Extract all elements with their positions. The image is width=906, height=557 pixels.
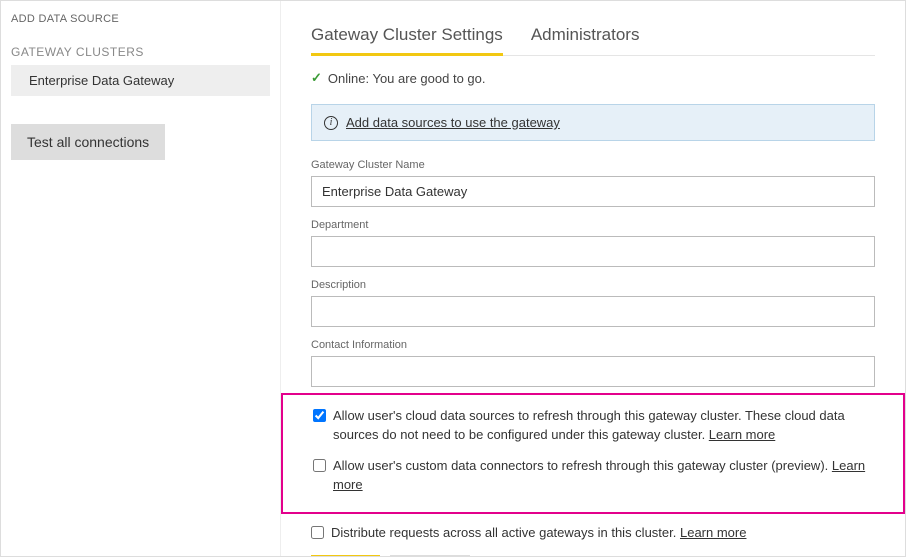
contact-info-label: Contact Information [311, 339, 875, 351]
discard-button[interactable]: Discard [390, 555, 470, 556]
learn-more-cloud-link[interactable]: Learn more [709, 427, 775, 442]
info-banner: i Add data sources to use the gateway [311, 104, 875, 141]
apply-button[interactable]: Apply [311, 555, 380, 556]
gateway-cluster-name-input[interactable] [311, 176, 875, 207]
description-input[interactable] [311, 296, 875, 327]
sidebar: ADD DATA SOURCE GATEWAY CLUSTERS Enterpr… [1, 1, 281, 556]
gateway-cluster-item[interactable]: Enterprise Data Gateway [11, 65, 270, 96]
add-data-sources-link[interactable]: Add data sources to use the gateway [346, 115, 560, 130]
button-row: Apply Discard [311, 555, 875, 556]
distribute-requests-label: Distribute requests across all active ga… [331, 524, 746, 543]
allow-cloud-data-sources-label: Allow user's cloud data sources to refre… [333, 407, 873, 445]
allow-custom-connectors-label: Allow user's custom data connectors to r… [333, 457, 873, 495]
tab-administrators[interactable]: Administrators [531, 19, 640, 56]
contact-info-input[interactable] [311, 356, 875, 387]
highlight-annotation: Allow user's cloud data sources to refre… [281, 393, 905, 514]
department-label: Department [311, 219, 875, 231]
info-icon: i [324, 116, 338, 130]
gateway-clusters-heading: GATEWAY CLUSTERS [11, 35, 270, 65]
tabs: Gateway Cluster Settings Administrators [311, 19, 875, 56]
allow-cloud-data-sources-checkbox[interactable] [313, 409, 326, 422]
description-label: Description [311, 279, 875, 291]
distribute-requests-row: Distribute requests across all active ga… [311, 524, 875, 543]
distribute-requests-checkbox[interactable] [311, 526, 324, 539]
status-text: Online: You are good to go. [328, 71, 486, 86]
tab-gateway-cluster-settings[interactable]: Gateway Cluster Settings [311, 19, 503, 56]
add-data-source-link[interactable]: ADD DATA SOURCE [11, 9, 270, 35]
status-row: ✓ Online: You are good to go. [311, 70, 875, 86]
department-input[interactable] [311, 236, 875, 267]
test-all-connections-button[interactable]: Test all connections [11, 124, 165, 160]
allow-custom-connectors-checkbox[interactable] [313, 459, 326, 472]
main-panel: Gateway Cluster Settings Administrators … [281, 1, 905, 556]
gateway-cluster-name-label: Gateway Cluster Name [311, 159, 875, 171]
learn-more-distribute-link[interactable]: Learn more [680, 525, 746, 540]
allow-custom-connectors-row: Allow user's custom data connectors to r… [313, 457, 873, 495]
allow-cloud-data-sources-row: Allow user's cloud data sources to refre… [313, 407, 873, 445]
check-icon: ✓ [311, 70, 322, 86]
